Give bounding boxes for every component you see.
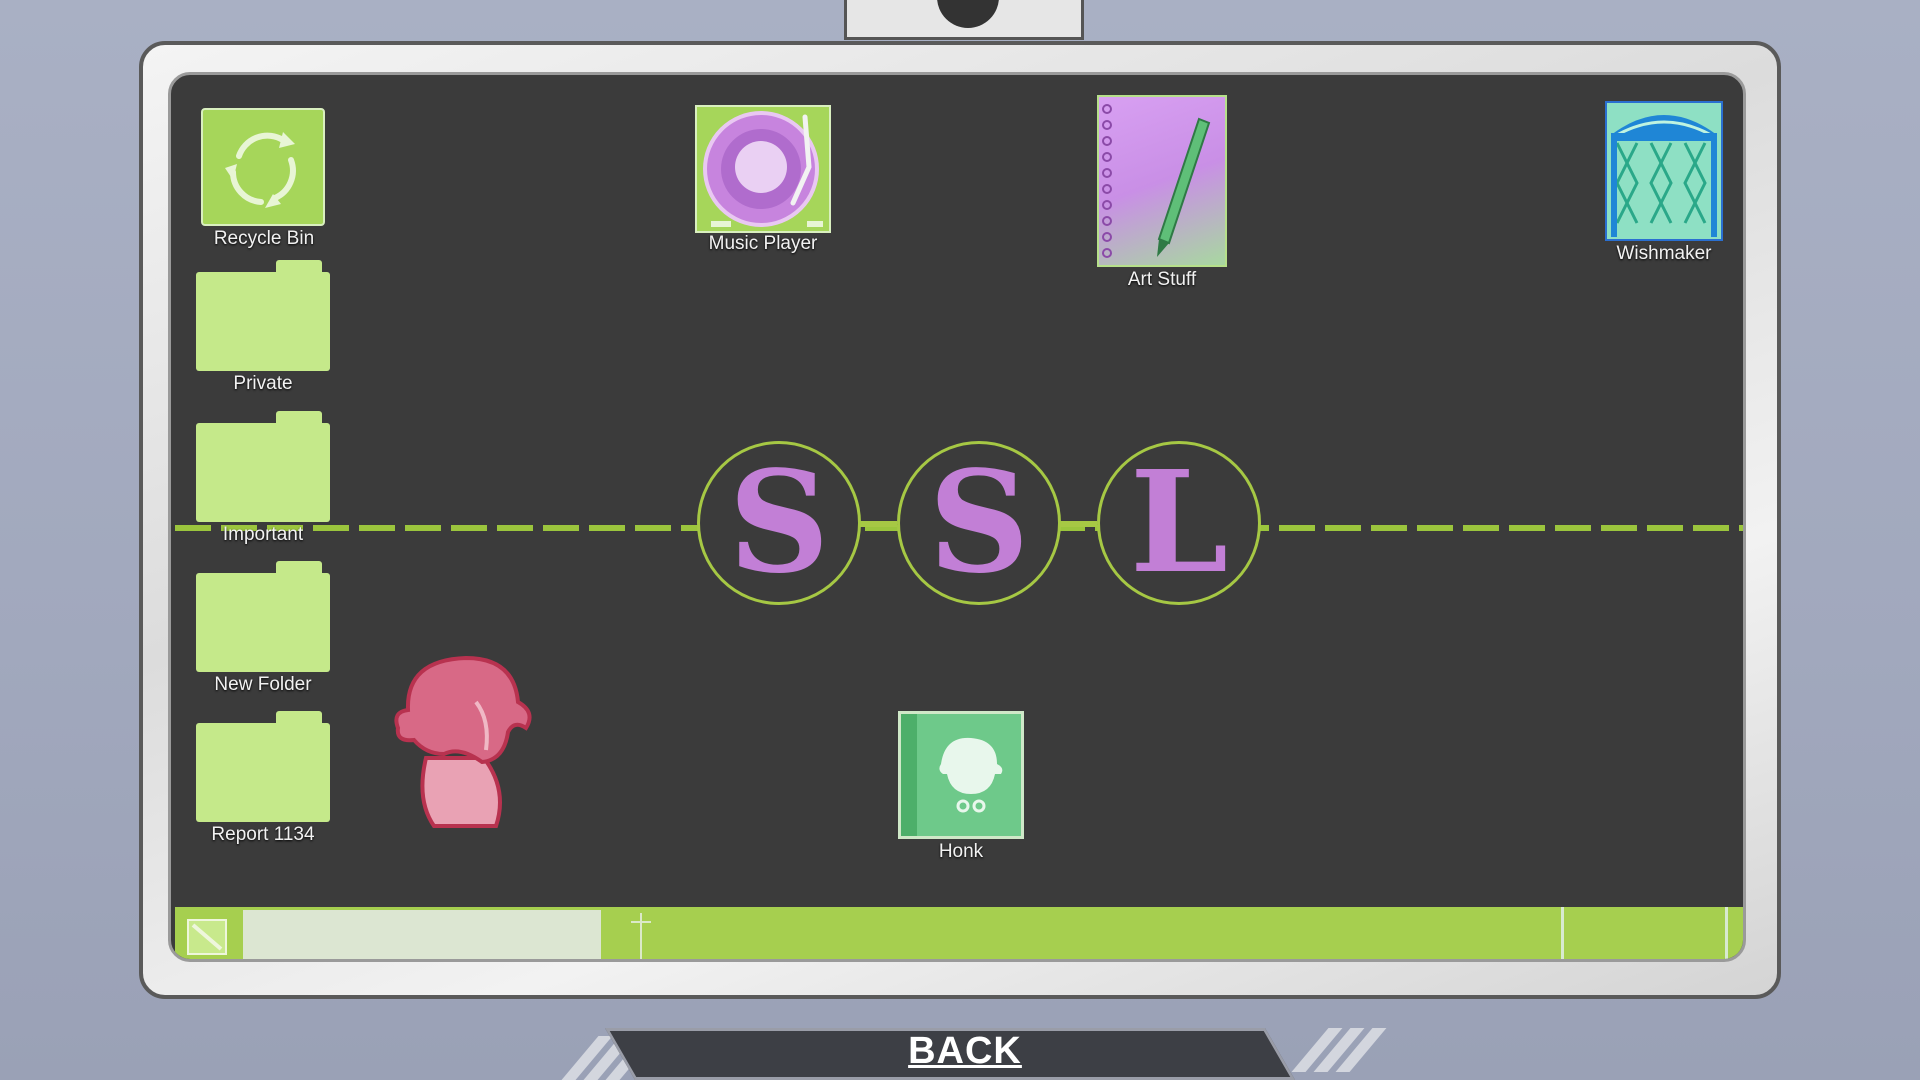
desktop-icon-label: New Folder [214, 674, 312, 695]
logo-connector [1057, 521, 1097, 527]
start-icon [191, 923, 223, 951]
start-button[interactable] [187, 919, 227, 955]
taskbar-cursor-tick [631, 921, 651, 923]
desktop-icon-label: Music Player [708, 233, 818, 254]
sketchbook-icon [1097, 95, 1227, 267]
folder-icon [196, 561, 330, 673]
desktop-icon-private-folder[interactable]: Private [196, 260, 330, 394]
taskbar-separator [1725, 907, 1728, 959]
logo-letter-3: L [1097, 441, 1261, 605]
desktop-icon-report-folder[interactable]: Report 1134 [196, 711, 330, 845]
taskbar-search-field[interactable] [243, 910, 601, 959]
record-player-icon [695, 105, 831, 233]
desktop-icon-music-player[interactable]: Music Player [695, 105, 831, 254]
desktop-icon-honk[interactable]: Honk [898, 711, 1024, 862]
detective-book-icon [898, 711, 1024, 839]
desktop-icon-wishmaker[interactable]: Wishmaker [1605, 101, 1723, 264]
desktop-icon-important-folder[interactable]: Important [196, 411, 330, 545]
webcam-lens [937, 0, 999, 28]
desktop-icon-new-folder[interactable]: New Folder [196, 561, 330, 695]
logo-letter-1: S [697, 441, 861, 605]
desktop-icon-label: Honk [938, 841, 984, 862]
recycle-bin-icon [201, 108, 325, 226]
folder-icon [196, 711, 330, 823]
desktop-icon-label: Recycle Bin [213, 228, 315, 249]
logo-letter-2: S [897, 441, 1061, 605]
desktop-icon-label: Wishmaker [1616, 243, 1712, 264]
desktop-icon-label: Important [222, 524, 304, 545]
monitor-webcam [844, 0, 1084, 40]
taskbar [175, 907, 1743, 959]
taskbar-separator [1561, 907, 1564, 959]
taskbar-cursor [640, 913, 642, 959]
desktop-icon-label: Art Stuff [1127, 269, 1197, 290]
wallpaper-logo: S S L [697, 441, 1261, 611]
desktop-icon-art-stuff[interactable]: Art Stuff [1097, 95, 1227, 290]
desktop-icon-label: Report 1134 [211, 824, 315, 845]
folder-icon [196, 411, 330, 523]
gazebo-icon [1605, 101, 1723, 241]
desktop-icon-recycle-bin[interactable]: Recycle Bin [201, 108, 327, 249]
desktop-icon-label: Private [233, 373, 293, 394]
logo-connector [857, 521, 897, 527]
back-button-label: BACK [908, 1030, 1022, 1072]
folder-icon [196, 260, 330, 372]
character-avatar [386, 650, 541, 830]
back-button[interactable]: BACK [540, 1024, 1390, 1080]
desktop-screen: S S L Recycle Bin Private Important New … [168, 72, 1746, 962]
